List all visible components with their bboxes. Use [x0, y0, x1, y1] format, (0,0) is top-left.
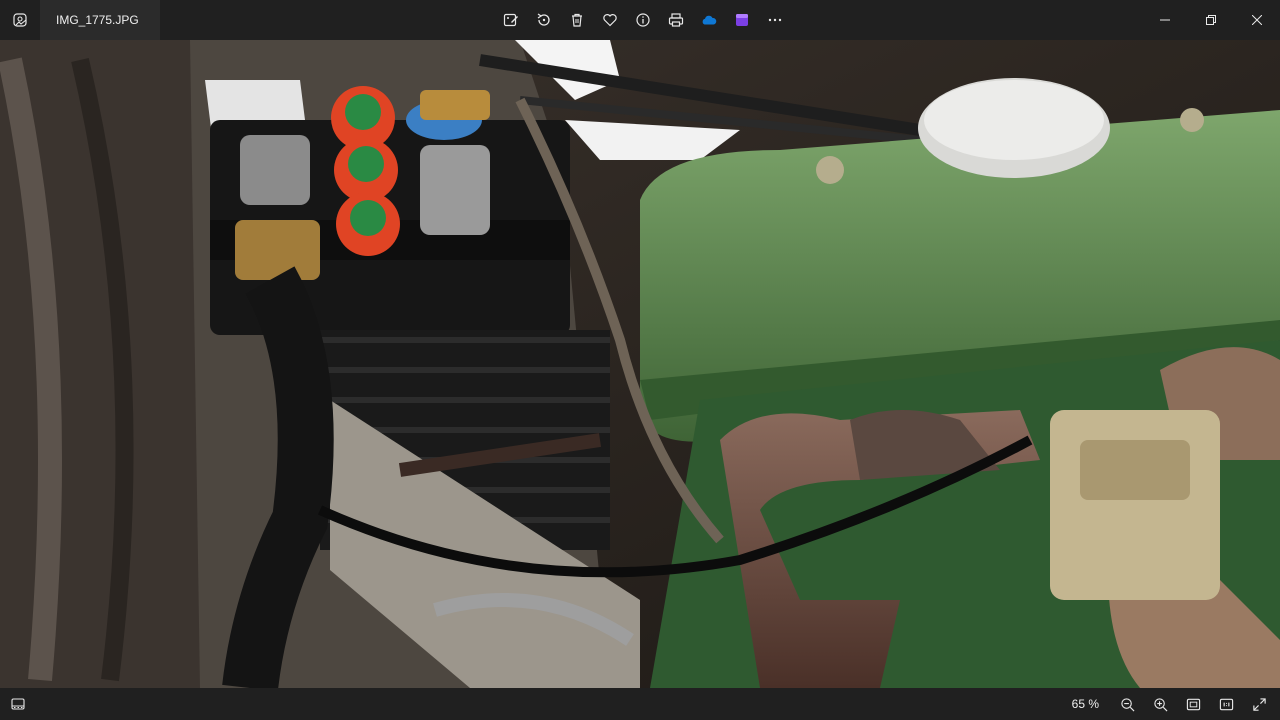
maximize-button[interactable] [1188, 0, 1234, 40]
more-options-button[interactable] [758, 6, 791, 34]
photo-engine-bay-image [0, 40, 1280, 688]
expand-icon [1253, 697, 1266, 711]
info-icon [635, 13, 650, 27]
restore-icon [1206, 15, 1216, 25]
image-viewer[interactable] [0, 40, 1280, 688]
more-icon [768, 18, 781, 22]
window-controls [1142, 0, 1280, 40]
zoom-level[interactable]: 65 % [1072, 697, 1099, 711]
close-icon [1252, 15, 1262, 25]
title-bar: IMG_1775.JPG [0, 0, 1280, 40]
print-button[interactable] [659, 6, 692, 34]
zoom-out-button[interactable] [1111, 690, 1144, 718]
file-name: IMG_1775.JPG [56, 13, 139, 27]
fit-window-icon [1186, 698, 1201, 710]
printer-icon [668, 13, 683, 27]
fit-to-window-button[interactable] [1177, 690, 1210, 718]
photos-app-icon [0, 0, 40, 40]
edit-image-button[interactable] [494, 6, 527, 34]
delete-button[interactable] [560, 6, 593, 34]
actual-size-icon [1219, 698, 1234, 710]
full-screen-button[interactable] [1243, 690, 1276, 718]
clipchamp-button[interactable] [725, 6, 758, 34]
close-button[interactable] [1234, 0, 1280, 40]
minimize-icon [1160, 19, 1170, 21]
zoom-in-icon [1154, 697, 1168, 711]
toolbar [494, 6, 791, 34]
actual-size-button[interactable] [1210, 690, 1243, 718]
favorite-button[interactable] [593, 6, 626, 34]
trash-icon [571, 13, 582, 27]
edit-image-icon [503, 13, 518, 27]
onedrive-button[interactable] [692, 6, 725, 34]
filmstrip-icon [11, 698, 25, 710]
zoom-out-icon [1121, 697, 1135, 711]
heart-icon [602, 14, 617, 27]
file-info-button[interactable] [626, 6, 659, 34]
video-editor-icon [735, 14, 748, 26]
zoom-controls: 65 % [1072, 688, 1276, 720]
file-name-tab[interactable]: IMG_1775.JPG [40, 0, 160, 40]
cloud-icon [702, 15, 716, 25]
zoom-in-button[interactable] [1144, 690, 1177, 718]
rotate-icon [537, 13, 550, 26]
minimize-button[interactable] [1142, 0, 1188, 40]
status-bar: 65 % [0, 688, 1280, 720]
rotate-button[interactable] [527, 6, 560, 34]
filmstrip-toggle-button[interactable] [6, 692, 30, 716]
